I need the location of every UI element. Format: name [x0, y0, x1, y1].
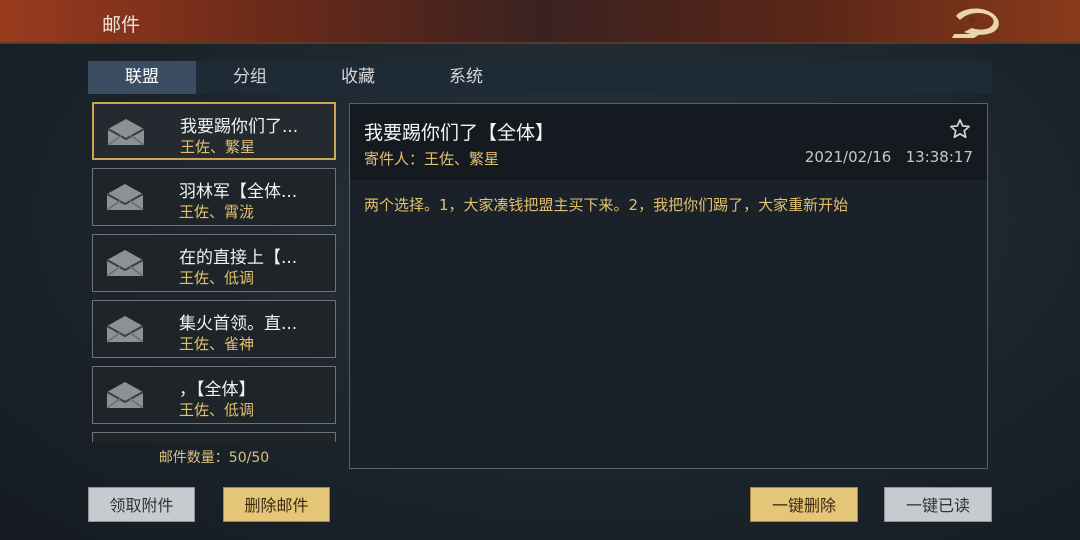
envelope-open-icon	[106, 250, 144, 277]
mail-subject: 我要踢你们了...	[180, 117, 299, 137]
envelope-open-icon	[106, 184, 144, 211]
tab-group[interactable]: 分组	[196, 61, 304, 94]
read-all-button[interactable]: 一键已读	[884, 487, 992, 522]
mail-detail-title: 我要踢你们了【全体】	[364, 122, 555, 144]
tab-alliance[interactable]: 联盟	[88, 61, 196, 94]
mail-detail-panel: 我要踢你们了【全体】 寄件人：王佐、繁星 2021/02/16 13:38:17…	[349, 103, 988, 469]
mail-detail-body: 两个选择。1，大家凑钱把盟主买下来。2，我把你们踢了，大家重新开始	[364, 196, 849, 214]
mail-sender: 王佐、低调	[179, 401, 255, 419]
mail-detail-datetime: 2021/02/16 13:38:17	[804, 148, 973, 166]
mail-subject: ，【全体】	[179, 380, 256, 400]
mail-item[interactable]: 我要踢你们了... 王佐、繁星	[92, 102, 336, 160]
mail-item[interactable]: 羽林军【全体... 王佐、霄泷	[92, 168, 336, 226]
mail-tabs: 联盟 分组 收藏 系统	[88, 61, 992, 94]
mail-sender: 王佐、雀神	[179, 335, 255, 353]
mail-count: 邮件数量：50/50	[158, 450, 270, 466]
mail-detail-header: 我要踢你们了【全体】 寄件人：王佐、繁星 2021/02/16 13:38:17	[350, 104, 987, 180]
mail-sender: 王佐、低调	[179, 269, 255, 287]
envelope-open-icon	[106, 316, 144, 343]
mail-sender: 王佐、霄泷	[179, 203, 255, 221]
mail-subject: 集火首领。直...	[179, 314, 298, 334]
mail-subject: 在的直接上【...	[179, 248, 298, 268]
mail-sender: 王佐、繁星	[180, 138, 256, 156]
mail-item-partial[interactable]	[92, 432, 336, 442]
mail-subject: 羽林军【全体...	[179, 182, 298, 202]
top-bar: 邮件	[0, 0, 1080, 44]
star-icon[interactable]	[949, 118, 971, 140]
mail-detail-sender: 寄件人：王佐、繁星	[364, 150, 500, 168]
dragon-logo-icon	[952, 8, 999, 38]
mail-item[interactable]: 在的直接上【... 王佐、低调	[92, 234, 336, 292]
envelope-open-icon	[106, 382, 144, 409]
envelope-open-icon	[107, 119, 145, 146]
mail-item[interactable]: 集火首领。直... 王佐、雀神	[92, 300, 336, 358]
tab-system[interactable]: 系统	[412, 61, 520, 94]
mail-item[interactable]: ，【全体】 王佐、低调	[92, 366, 336, 424]
page-title: 邮件	[102, 14, 141, 36]
tab-favorites[interactable]: 收藏	[304, 61, 412, 94]
claim-attachments-button[interactable]: 领取附件	[88, 487, 195, 522]
mail-list[interactable]: 我要踢你们了... 王佐、繁星 羽林军【全体... 王佐、霄泷 在的直接上【..…	[88, 100, 340, 442]
delete-mail-button[interactable]: 删除邮件	[223, 487, 330, 522]
delete-all-button[interactable]: 一键删除	[750, 487, 858, 522]
